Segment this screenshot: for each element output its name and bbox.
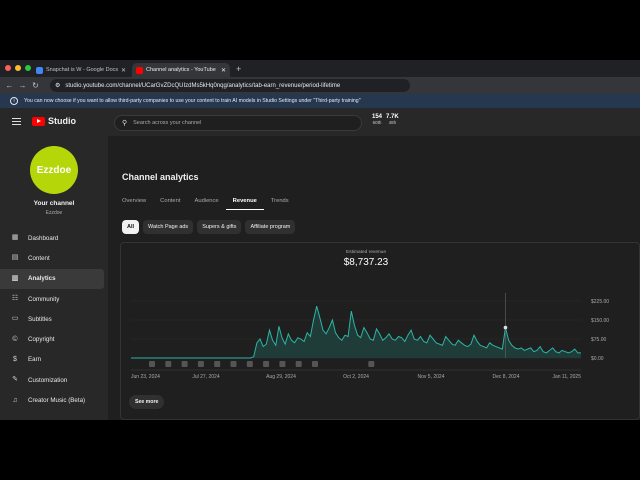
revenue-filter-chips: All Watch Page ads Supers & gifts Affili… bbox=[122, 220, 296, 234]
sidebar-item-creator-music[interactable]: ♫ Creator Music (Beta) bbox=[0, 390, 108, 410]
video-marker bbox=[230, 361, 237, 367]
x-tick-label: Nov 5, 2024 bbox=[418, 374, 445, 380]
video-marker bbox=[149, 361, 155, 367]
info-icon: i bbox=[10, 97, 18, 105]
close-window-button[interactable] bbox=[5, 65, 11, 71]
analytics-tabs: Overview Content Audience Revenue Trends bbox=[122, 198, 296, 210]
video-marker bbox=[263, 361, 270, 367]
docs-icon bbox=[36, 66, 43, 74]
sidebar-nav: ▦ Dashboard ▤ Content ▥ Analytics ☷ Comm… bbox=[0, 228, 108, 411]
sidebar-item-dashboard[interactable]: ▦ Dashboard bbox=[0, 228, 108, 248]
chip-all[interactable]: All bbox=[122, 220, 140, 234]
maximize-window-button[interactable] bbox=[25, 65, 31, 71]
browser-tab-docs[interactable]: Snapchat is W - Google Docs ✕ bbox=[32, 63, 130, 77]
sidebar-item-analytics[interactable]: ▥ Analytics bbox=[0, 268, 104, 289]
metric-label: Estimated revenue bbox=[346, 250, 386, 255]
tab-overview[interactable]: Overview bbox=[122, 198, 153, 210]
sidebar-item-subtitles[interactable]: ▭ Subtitles bbox=[0, 309, 108, 329]
copyright-icon: © bbox=[12, 335, 18, 343]
new-tab-button[interactable]: + bbox=[236, 63, 241, 75]
back-icon[interactable]: ← bbox=[3, 81, 16, 90]
menu-icon[interactable] bbox=[12, 118, 21, 125]
y-tick-label: $0.00 bbox=[591, 356, 604, 362]
youtube-icon bbox=[136, 66, 143, 74]
url-text: studio.youtube.com/channel/UCarGvZDcQUIz… bbox=[65, 82, 341, 89]
community-icon: ☷ bbox=[11, 295, 19, 303]
chip-affiliate-program[interactable]: Affiliate program bbox=[245, 220, 296, 234]
video-marker bbox=[295, 361, 302, 367]
close-tab-icon[interactable]: ✕ bbox=[221, 67, 226, 74]
studio-header: Studio ⚲ Search across your channel 154 … bbox=[0, 108, 640, 136]
content-icon: ▤ bbox=[11, 254, 19, 262]
browser-tab-strip: Snapchat is W - Google Docs ✕ Channel an… bbox=[0, 60, 640, 77]
customization-icon: ✎ bbox=[12, 376, 18, 384]
close-tab-icon[interactable]: ✕ bbox=[121, 67, 126, 74]
y-tick-label: $150.00 bbox=[591, 318, 609, 324]
screen: Snapchat is W - Google Docs ✕ Channel an… bbox=[0, 60, 640, 420]
search-input[interactable]: ⚲ Search across your channel bbox=[114, 115, 362, 131]
revenue-chart[interactable]: $225.00 $150.00 $75.00 $0.00 Jun 23, 2024 Jul… bbox=[121, 283, 639, 383]
chip-supers-gifts[interactable]: Supers & gifts bbox=[197, 220, 242, 234]
banner-text: You can now choose if you want to allow … bbox=[24, 98, 361, 104]
x-tick-label: Jun 23, 2024 bbox=[131, 374, 160, 380]
x-tick-label: Aug 29, 2024 bbox=[266, 374, 296, 380]
sidebar-item-earn[interactable]: $ Earn bbox=[0, 350, 108, 370]
page-title: Channel analytics bbox=[122, 172, 199, 182]
studio-logo[interactable]: Studio bbox=[32, 116, 76, 126]
x-tick-label: Jan 11, 2025 bbox=[552, 374, 581, 380]
earn-icon: $ bbox=[13, 355, 17, 363]
video-marker bbox=[214, 361, 221, 367]
video-marker bbox=[312, 361, 318, 367]
music-icon: ♫ bbox=[12, 396, 18, 404]
search-icon: ⚲ bbox=[122, 120, 128, 127]
browser-tab-analytics[interactable]: Channel analytics - YouTube ✕ bbox=[132, 63, 230, 77]
main-content: Channel analytics Overview Content Audie… bbox=[108, 136, 640, 420]
site-info-icon[interactable]: ⚙ bbox=[55, 82, 60, 89]
browser-nav-bar: ← → ↻ ⚙ studio.youtube.com/channel/UCarG… bbox=[0, 77, 640, 94]
see-more-button[interactable]: See more bbox=[129, 395, 165, 409]
video-marker bbox=[181, 361, 188, 367]
ai-training-banner: i You can now choose if you want to allo… bbox=[0, 94, 640, 108]
series-area bbox=[131, 306, 581, 358]
chip-watch-page-ads[interactable]: Watch Page ads bbox=[143, 220, 194, 234]
x-tick-label: Dec 8, 2024 bbox=[493, 374, 520, 380]
analytics-icon: ▥ bbox=[11, 274, 19, 282]
tab-audience[interactable]: Audience bbox=[187, 198, 225, 210]
hover-marker-dot bbox=[503, 325, 508, 330]
channel-label: Your channel bbox=[33, 200, 75, 207]
video-marker bbox=[246, 361, 253, 367]
forward-icon[interactable]: → bbox=[16, 81, 29, 90]
subtitles-icon: ▭ bbox=[11, 315, 19, 323]
realtime-stat: 154 60th bbox=[372, 114, 383, 125]
reload-icon[interactable]: ↻ bbox=[29, 81, 42, 90]
revenue-card: Estimated revenue $8,737.23 $225.00 $150.… bbox=[120, 242, 640, 420]
y-tick-label: $225.00 bbox=[591, 299, 609, 305]
realtime-stat: 7.7K 48h bbox=[386, 114, 399, 125]
avatar[interactable]: Ezzdoe bbox=[30, 146, 78, 194]
video-marker bbox=[165, 361, 172, 367]
channel-handle: Ezzdoe bbox=[45, 210, 63, 216]
video-marker bbox=[368, 361, 375, 367]
address-bar[interactable]: ⚙ studio.youtube.com/channel/UCarGvZDcQU… bbox=[50, 79, 410, 92]
y-tick-label: $75.00 bbox=[591, 337, 607, 343]
youtube-logo-icon bbox=[32, 116, 45, 126]
sidebar-item-content[interactable]: ▤ Content bbox=[0, 248, 108, 268]
tab-content[interactable]: Content bbox=[153, 198, 187, 210]
video-marker bbox=[279, 361, 286, 367]
metric-value: $8,737.23 bbox=[343, 257, 389, 268]
sidebar-item-community[interactable]: ☷ Community bbox=[0, 289, 108, 309]
x-tick-label: Jul 27, 2024 bbox=[192, 374, 219, 380]
sidebar: Ezzdoe Your channel Ezzdoe ▦ Dashboard ▤… bbox=[0, 136, 108, 420]
minimize-window-button[interactable] bbox=[15, 65, 21, 71]
sidebar-item-customization[interactable]: ✎ Customization bbox=[0, 370, 108, 390]
video-marker bbox=[197, 361, 204, 367]
x-tick-label: Oct 2, 2024 bbox=[343, 374, 369, 380]
tab-trends[interactable]: Trends bbox=[264, 198, 296, 210]
dashboard-icon: ▦ bbox=[11, 234, 19, 242]
sidebar-item-copyright[interactable]: © Copyright bbox=[0, 329, 108, 349]
tab-revenue[interactable]: Revenue bbox=[225, 198, 264, 210]
